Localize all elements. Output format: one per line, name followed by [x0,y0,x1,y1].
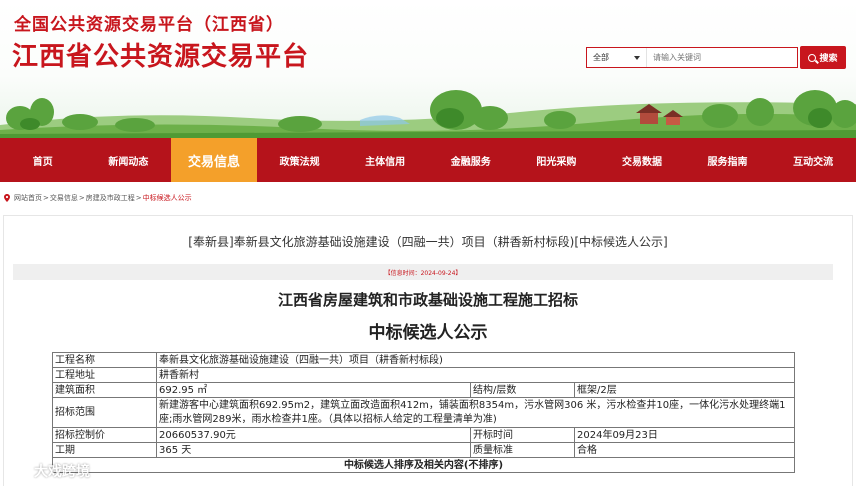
table-value: 20660537.90元 [156,427,471,443]
nav-item-procurement[interactable]: 阳光采购 [514,138,600,182]
table-value: 合格 [573,442,796,458]
watermark: 大戏跨境 [8,461,90,481]
nav-item-trade-info[interactable]: 交易信息 [171,138,257,182]
table-row: 工程名称 奉新县文化旅游基础设施建设（四融一共）项目（耕香新村标段) [52,352,796,368]
breadcrumb-separator: > [78,194,85,202]
table-label: 开标时间 [470,427,575,443]
breadcrumb-construction[interactable]: 房建及市政工程 [86,193,135,203]
table-value: 365 天 [156,442,471,458]
document-subheading: 中标候选人公示 [368,323,488,343]
nav-item-policy[interactable]: 政策法规 [257,138,343,182]
info-time-bar: 【信息时间：2024-09-24】 [13,264,833,280]
table-value: 耕香新村 [155,367,796,383]
table-label: 结构/层数 [470,382,575,398]
article-title: [奉新县]奉新县文化旅游基础设施建设（四融一共）项目（耕香新村标段)[中标候选人… [188,235,668,249]
search-category-value: 全部 [593,53,609,62]
nav-item-interaction[interactable]: 互动交流 [770,138,856,182]
table-value: 奉新县文化旅游基础设施建设（四融一共）项目（耕香新村标段) [155,352,796,368]
table-value: 新建游客中心建筑面积692.95m2，建筑立面改造面积412m，铺装面积8354… [155,397,796,428]
search-button[interactable]: 搜索 [800,46,846,69]
site-header: 全国公共资源交易平台（江西省） 江西省公共资源交易平台 全部 搜索 [0,0,856,138]
search-icon [808,53,817,62]
table-label: 工期 [52,442,157,458]
nav-item-credit[interactable]: 主体信用 [342,138,428,182]
table-label: 工程地址 [52,367,157,383]
site-title[interactable]: 江西省公共资源交易平台 [12,36,309,73]
breadcrumb-separator: > [135,194,142,202]
nav-item-finance[interactable]: 金融服务 [428,138,514,182]
nav-item-news[interactable]: 新闻动态 [86,138,172,182]
table-label: 建筑面积 [52,382,157,398]
breadcrumb-trade-info[interactable]: 交易信息 [50,193,78,203]
breadcrumb-separator: > [43,194,49,202]
table-row: 工期 365 天 质量标准 合格 [52,442,796,458]
search-button-label: 搜索 [819,54,838,64]
table-value: 框架/2层 [573,382,796,398]
search-box: 全部 [586,47,798,68]
table-row: 建筑面积 692.95 ㎡ 结构/层数 框架/2层 [52,382,796,398]
breadcrumb: 网站首页 > 交易信息 > 房建及市政工程 > 中标候选人公示 [4,191,192,205]
table-section-title: 中标候选人排序及相关内容(不排序) [51,457,796,473]
nav-item-home[interactable]: 首页 [0,138,86,182]
site-subtitle: 全国公共资源交易平台（江西省） [14,15,284,35]
table-row: 招标范围 新建游客中心建筑面积692.95m2，建筑立面改造面积412m，铺装面… [52,397,796,428]
table-value: 2024年09月23日 [573,427,796,443]
table-value: 692.95 ㎡ [156,382,471,398]
table-row: 招标控制价 20660537.90元 开标时间 2024年09月23日 [52,427,796,443]
location-pin-icon [4,194,10,202]
breadcrumb-current: 中标候选人公示 [142,194,192,202]
bid-info-table: 工程名称 奉新县文化旅游基础设施建设（四融一共）项目（耕香新村标段) 工程地址 … [51,352,796,473]
table-label: 工程名称 [52,352,157,368]
watermark-text: 大戏跨境 [34,464,90,480]
info-time: 【信息时间：2024-09-24】 [384,269,462,277]
search-category-select[interactable]: 全部 [587,48,647,67]
main-nav: 首页 新闻动态 交易信息 政策法规 主体信用 金融服务 阳光采购 交易数据 服务… [0,138,856,182]
table-row: 中标候选人排序及相关内容(不排序) [51,457,796,473]
watermark-logo-icon [9,462,29,479]
document-heading: 江西省房屋建筑和市政基础设施工程施工招标 [277,291,578,309]
table-label: 招标范围 [52,397,157,428]
table-label: 质量标准 [470,442,575,458]
search-input[interactable] [647,48,797,67]
nav-item-guide[interactable]: 服务指南 [685,138,771,182]
breadcrumb-home[interactable]: 网站首页 [14,193,42,203]
table-label: 招标控制价 [52,427,157,443]
nav-item-data[interactable]: 交易数据 [599,138,685,182]
table-row: 工程地址 耕香新村 [52,367,796,383]
caret-down-icon [634,55,640,60]
